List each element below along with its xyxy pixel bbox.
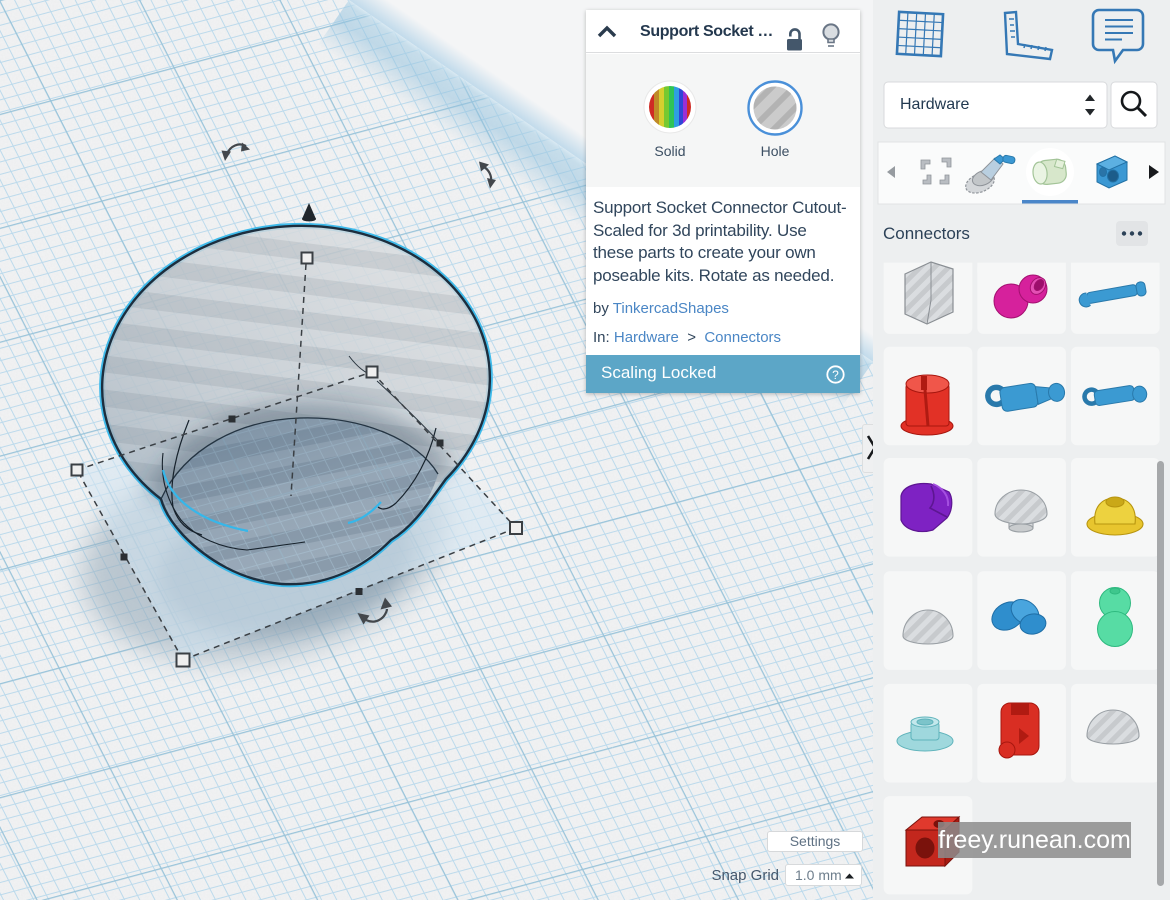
svg-text:?: ? bbox=[832, 368, 839, 382]
